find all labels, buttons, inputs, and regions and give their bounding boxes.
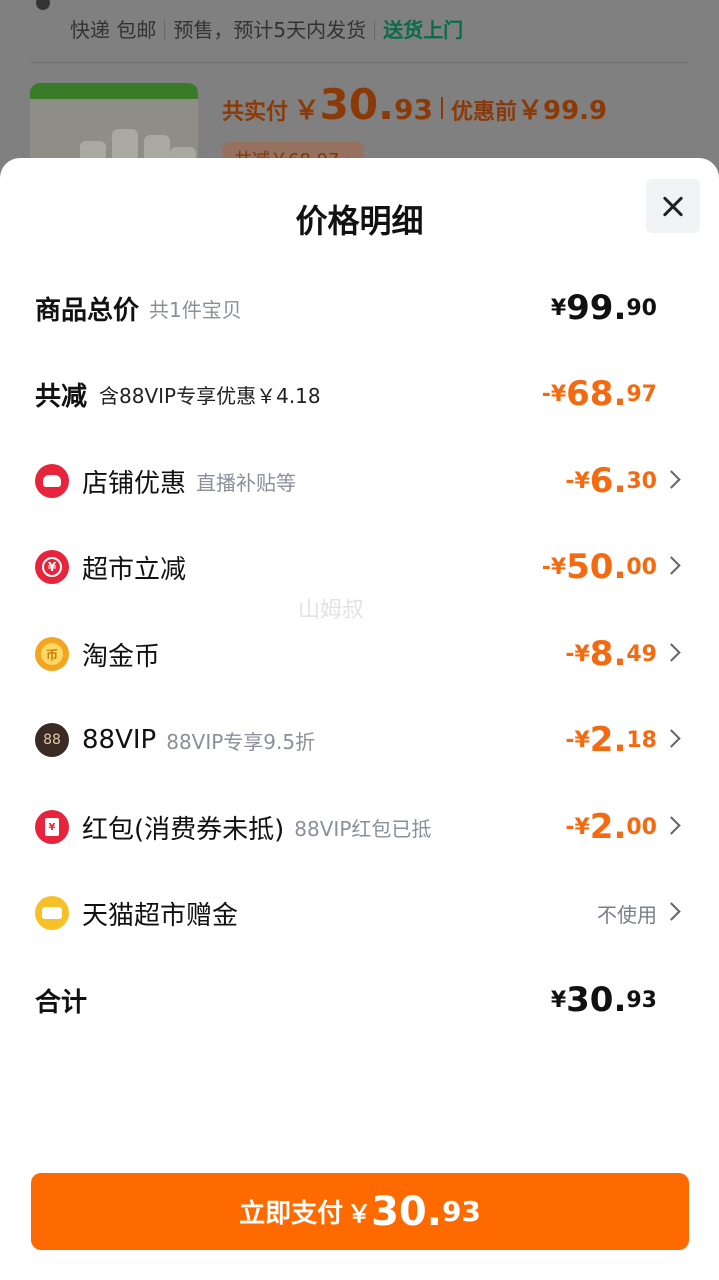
row-label: 共减 (35, 381, 88, 412)
delivery-info: 快递 包邮 预售，预计5天内发货 送货上门 (70, 14, 463, 43)
close-button[interactable] (646, 179, 700, 233)
chevron-right-icon (662, 729, 681, 748)
row-amount: -¥ 2. 18 (565, 720, 657, 760)
cat-icon (35, 896, 69, 930)
row-amount: -¥ 68. 97 (541, 374, 657, 414)
row-label: 店铺优惠 (82, 468, 187, 499)
not-use-status: 不使用 (597, 902, 657, 927)
row-sub: 含88VIP专享优惠￥4.18 (99, 383, 321, 408)
rmb-icon: ¥ (35, 550, 69, 584)
divider (30, 62, 689, 63)
row-label: 红包(消费券未抵) (82, 814, 285, 845)
row-amount: -¥ 8. 49 (565, 634, 657, 674)
sheet-title: 价格明细 (295, 202, 424, 240)
row-amount: -¥ 6. 30 (565, 461, 657, 501)
row-sub: 共1件宝贝 (149, 297, 242, 322)
row-amount: -¥ 2. 00 (565, 807, 657, 847)
red-packet-icon: ¥ (35, 810, 69, 844)
row-label: 88VIP (82, 725, 157, 755)
row-sub: 88VIP红包已抵 (294, 816, 432, 841)
row-label: 合计 (35, 987, 88, 1018)
door-delivery: 送货上门 (383, 18, 464, 42)
chevron-right-icon (662, 643, 681, 662)
row-sum: 合计 ¥30. 93 (0, 970, 719, 1030)
presale-info: 预售，预计5天内发货 (173, 18, 367, 42)
chevron-right-icon (662, 902, 681, 921)
row-total-goods: 商品总价 共1件宝贝 ¥99. 90 (0, 278, 719, 338)
row-taojinbi[interactable]: 币 淘金币 -¥ 8. 49 (0, 624, 719, 684)
row-total-reduce: 共减 含88VIP专享优惠￥4.18 -¥ 68. 97 (0, 364, 719, 424)
row-sub: 直播补贴等 (196, 470, 297, 495)
row-amount: ¥99. 90 (550, 288, 657, 328)
row-amount: -¥ 50. 00 (541, 547, 657, 587)
row-label: 超市立减 (82, 554, 187, 585)
row-label: 天猫超市赠金 (82, 900, 239, 931)
row-red-packet[interactable]: ¥ 红包(消费券未抵) 88VIP红包已抵 -¥ 2. 00 (0, 797, 719, 857)
row-store-discount[interactable]: 店铺优惠 直播补贴等 -¥ 6. 30 (0, 451, 719, 511)
row-label: 商品总价 (35, 295, 140, 326)
coin-icon: 币 (35, 637, 69, 671)
row-amount: ¥30. 93 (550, 980, 657, 1020)
chevron-right-icon (662, 816, 681, 835)
store-icon (35, 464, 69, 498)
chevron-right-icon (662, 470, 681, 489)
chevron-right-icon (662, 556, 681, 575)
row-88vip[interactable]: 88 88VIP 88VIP专享9.5折 -¥ 2. 18 (0, 710, 719, 770)
pay-now-button[interactable]: 立即支付 ￥ 30. 93 (31, 1173, 689, 1250)
vip-icon: 88 (35, 723, 69, 757)
delivery-method: 快递 包邮 (70, 18, 157, 42)
row-tmall-bonus[interactable]: 天猫超市赠金 不使用 (0, 883, 719, 943)
row-supermarket-reduce[interactable]: ¥ 超市立减 -¥ 50. 00 (0, 537, 719, 597)
watermark: 山姆叔 (298, 598, 365, 623)
row-label: 淘金币 (82, 641, 161, 672)
location-icon (36, 0, 50, 10)
row-sub: 88VIP专享9.5折 (166, 729, 316, 754)
paid-price: 共实付 ￥30.93 优惠前￥99.9 (222, 80, 608, 129)
price-detail-sheet: 价格明细 商品总价 共1件宝贝 ¥99. 90 共减 含88VIP专享优惠￥4.1… (0, 158, 719, 1280)
